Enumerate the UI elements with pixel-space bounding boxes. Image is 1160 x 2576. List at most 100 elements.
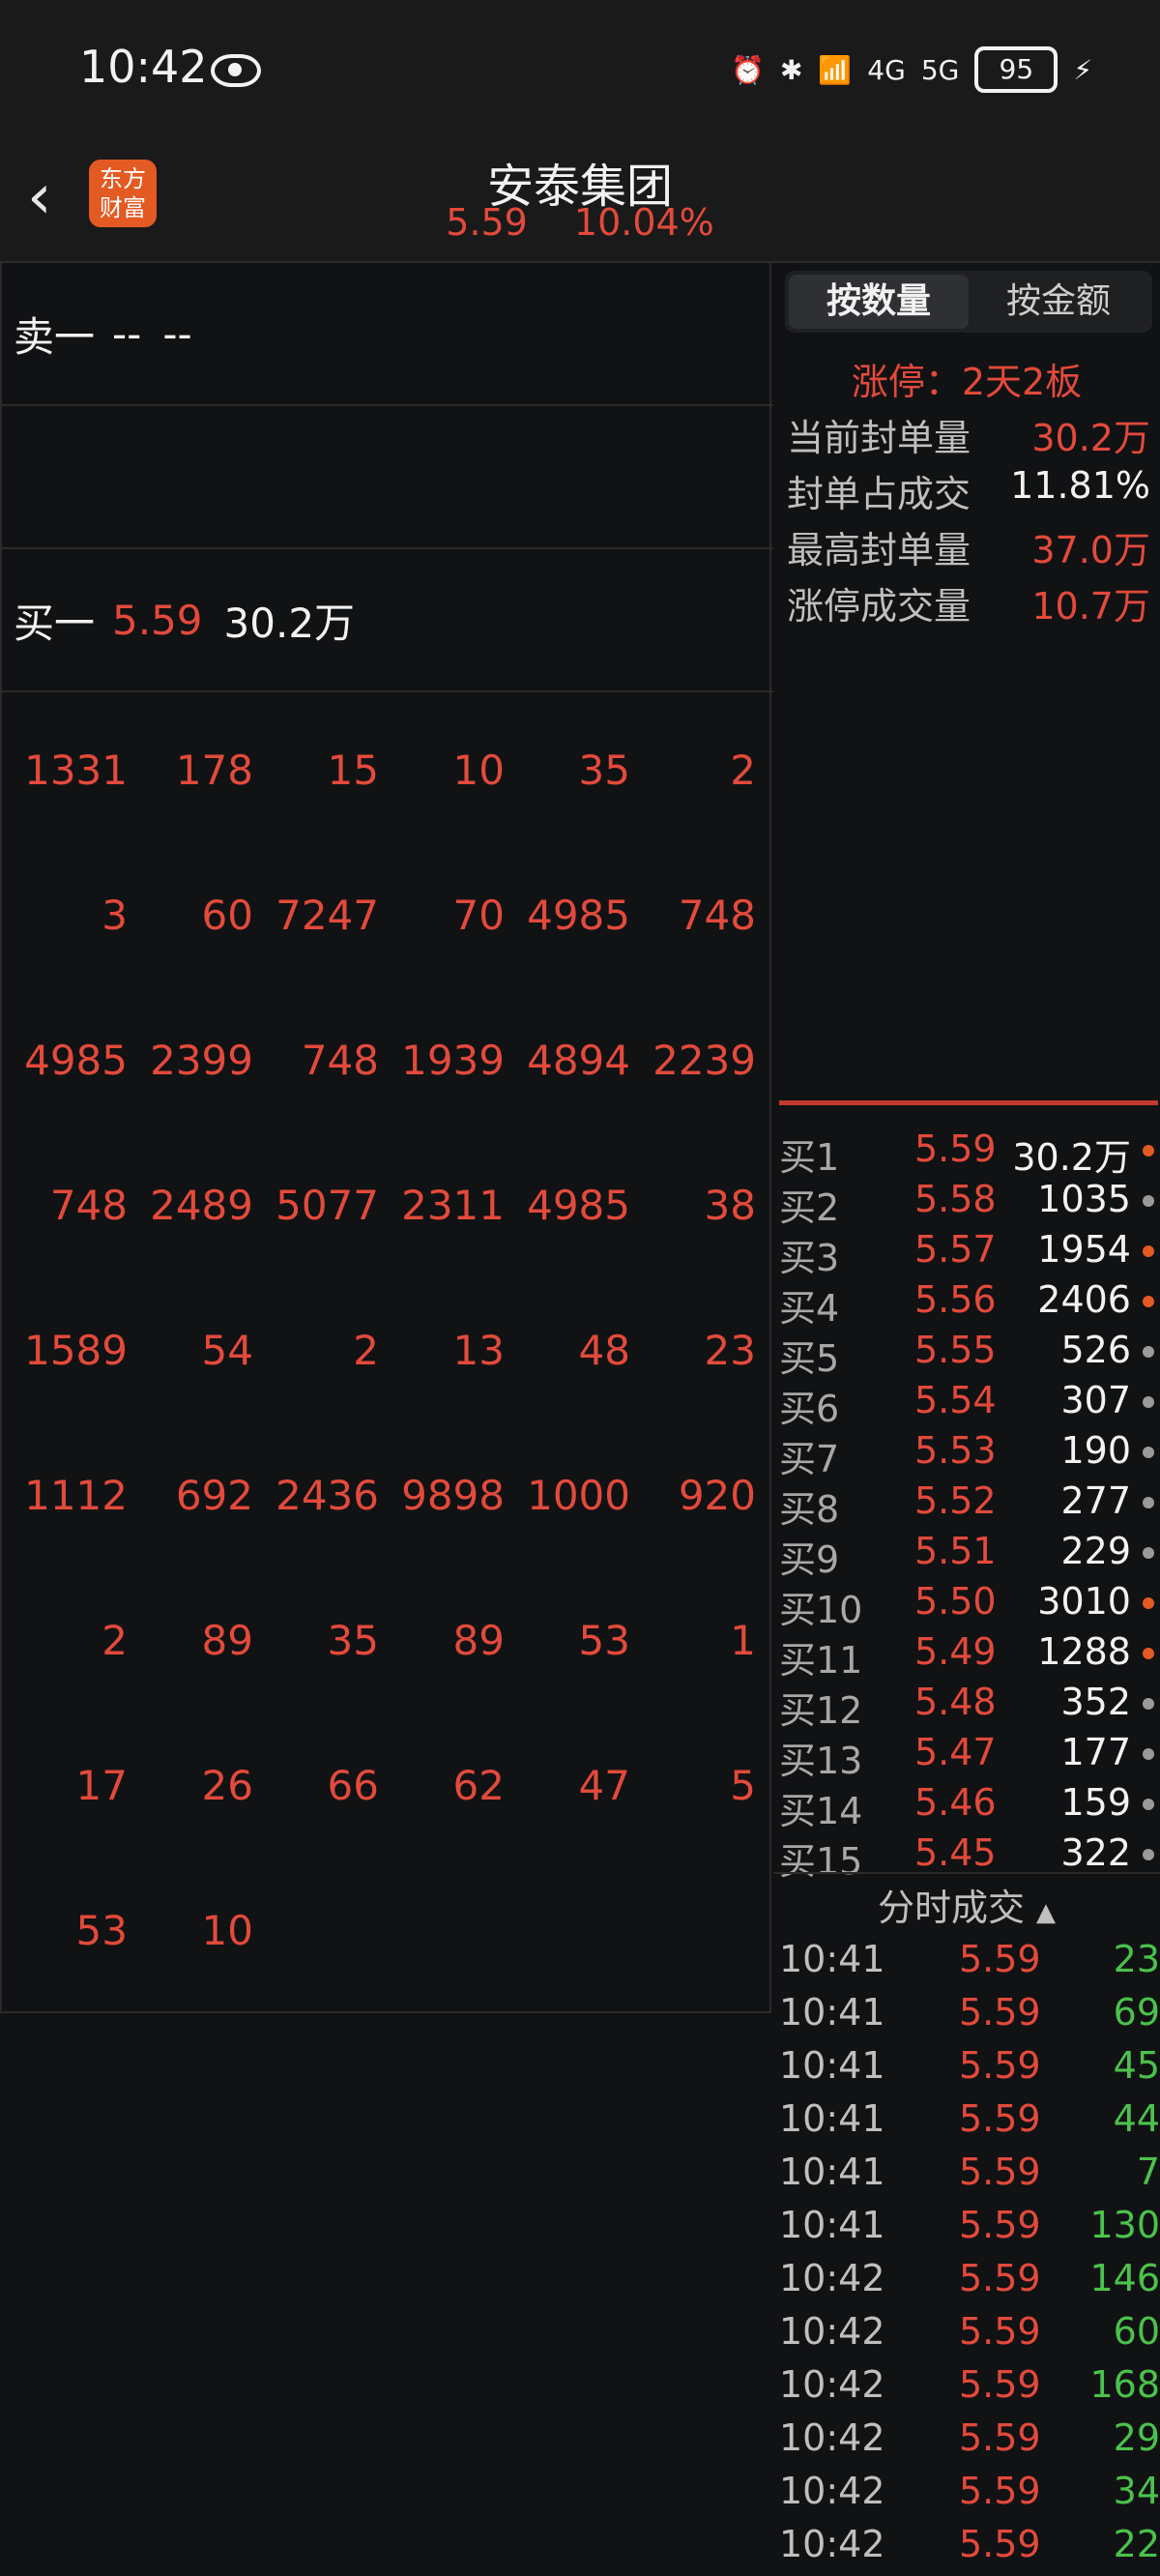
grid-cell: 10 bbox=[201, 1907, 253, 1954]
book-volume: 159 bbox=[1060, 1781, 1131, 1824]
sidebar-panel: 按数量 按金额 涨停：2天2板 当前封单量 30.2万 封单占成交 11.81% 最高封… bbox=[773, 263, 1160, 2576]
book-price: 5.51 bbox=[914, 1530, 997, 1572]
grid-cell: 10 bbox=[452, 746, 505, 794]
book-row[interactable]: 买1 5.59 30.2万 bbox=[779, 1124, 1160, 1179]
book-volume: 352 bbox=[1060, 1681, 1131, 1723]
trade-row: 10:41 5.59 69 bbox=[779, 1987, 1160, 2040]
grid-cell: 60 bbox=[201, 892, 253, 939]
book-row[interactable]: 买13 5.47 177 bbox=[779, 1727, 1160, 1782]
book-row[interactable]: 买3 5.57 1954 bbox=[779, 1224, 1160, 1279]
book-row[interactable]: 买14 5.46 159 bbox=[779, 1777, 1160, 1832]
trade-price: 5.59 bbox=[959, 1938, 1041, 1980]
book-row[interactable]: 买10 5.50 3010 bbox=[779, 1576, 1160, 1631]
trade-time: 10:41 bbox=[779, 2204, 885, 2246]
trade-qty: 7 bbox=[1136, 2151, 1160, 2193]
book-price: 5.52 bbox=[914, 1479, 997, 1522]
trade-price: 5.59 bbox=[959, 2363, 1041, 2406]
grid-cell: 23 bbox=[704, 1327, 756, 1374]
trade-qty: 29 bbox=[1113, 2416, 1160, 2459]
trade-price: 5.59 bbox=[959, 2097, 1041, 2140]
stat-label: 最高封单量 bbox=[787, 529, 972, 571]
book-row[interactable]: 买9 5.51 229 bbox=[779, 1526, 1160, 1581]
trade-price: 5.59 bbox=[959, 2204, 1041, 2246]
dot-icon bbox=[1143, 1195, 1154, 1207]
trade-time: 10:42 bbox=[779, 2310, 885, 2353]
book-row[interactable]: 买15 5.45 322 bbox=[779, 1828, 1160, 1883]
trade-qty: 146 bbox=[1089, 2257, 1160, 2299]
book-price: 5.53 bbox=[914, 1429, 997, 1472]
trade-price: 5.59 bbox=[959, 1991, 1041, 2034]
book-price: 5.57 bbox=[914, 1228, 997, 1271]
queue-spacer-row bbox=[2, 406, 773, 549]
mode-toggle: 按数量 按金额 bbox=[785, 271, 1152, 333]
book-row[interactable]: 买2 5.58 1035 bbox=[779, 1174, 1160, 1229]
grid-cell: 9898 bbox=[401, 1472, 505, 1519]
book-volume: 177 bbox=[1060, 1731, 1131, 1773]
by-amount-tab[interactable]: 按金额 bbox=[969, 275, 1148, 329]
stat-value: 10.7万 bbox=[1031, 585, 1150, 628]
book-row[interactable]: 买4 5.56 2406 bbox=[779, 1274, 1160, 1330]
book-level: 买1 bbox=[779, 1136, 840, 1179]
limit-stat-row: 涨停成交量 10.7万 bbox=[787, 576, 1154, 629]
trade-qty: 45 bbox=[1113, 2044, 1160, 2087]
trade-price: 5.59 bbox=[959, 2470, 1041, 2512]
book-price: 5.58 bbox=[914, 1178, 997, 1220]
trade-price: 5.59 bbox=[959, 2310, 1041, 2353]
book-row[interactable]: 买11 5.49 1288 bbox=[779, 1626, 1160, 1682]
book-level: 买7 bbox=[779, 1438, 840, 1480]
trade-qty: 168 bbox=[1089, 2363, 1160, 2406]
divider-red bbox=[779, 1100, 1158, 1105]
grid-row: 17 26 66 62 47 5 bbox=[2, 1715, 773, 1860]
grid-cell: 89 bbox=[201, 1617, 253, 1664]
alarm-icon: ⏰ bbox=[731, 53, 765, 86]
grid-row: 1589 54 2 13 48 23 bbox=[2, 1280, 773, 1425]
book-volume: 1035 bbox=[1037, 1178, 1131, 1220]
book-row[interactable]: 买6 5.54 307 bbox=[779, 1375, 1160, 1430]
order-queue-panel: 卖一 -- -- 买一 5.59 30.2万 1331 178 15 10 35 2 3 60… bbox=[0, 263, 773, 2013]
book-level: 买4 bbox=[779, 1287, 840, 1330]
grid-row: 748 2489 5077 2311 4985 38 bbox=[2, 1135, 773, 1280]
charging-icon: ⚡ bbox=[1073, 53, 1092, 86]
by-volume-tab[interactable]: 按数量 bbox=[789, 275, 969, 329]
trade-time: 10:42 bbox=[779, 2470, 885, 2512]
grid-cell: 1589 bbox=[24, 1327, 128, 1374]
bluetooth-icon: ✱ bbox=[779, 53, 803, 86]
book-level: 买13 bbox=[779, 1740, 863, 1782]
grid-cell: 3 bbox=[102, 892, 128, 939]
book-volume: 277 bbox=[1060, 1479, 1131, 1522]
trade-price: 5.59 bbox=[959, 2416, 1041, 2459]
book-level: 买2 bbox=[779, 1186, 840, 1229]
divider bbox=[773, 1872, 1160, 1874]
signal-4g-label: 4G bbox=[867, 53, 906, 86]
grid-cell: 178 bbox=[175, 746, 253, 794]
dot-icon bbox=[1143, 1447, 1154, 1458]
book-row[interactable]: 买8 5.52 277 bbox=[779, 1476, 1160, 1531]
grid-cell: 748 bbox=[678, 892, 756, 939]
grid-cell: 62 bbox=[452, 1762, 505, 1809]
grid-cell: 5077 bbox=[276, 1182, 379, 1229]
book-row[interactable]: 买7 5.53 190 bbox=[779, 1425, 1160, 1480]
eye-icon bbox=[211, 54, 261, 87]
grid-row: 1331 178 15 10 35 2 bbox=[2, 700, 773, 845]
trade-qty: 23 bbox=[1113, 1938, 1160, 1980]
book-price: 5.56 bbox=[914, 1278, 997, 1321]
book-price: 5.50 bbox=[914, 1580, 997, 1623]
grid-cell: 70 bbox=[452, 892, 505, 939]
buy1-row[interactable]: 买一 5.59 30.2万 bbox=[2, 549, 773, 692]
trade-row: 10:42 5.59 29 bbox=[779, 2413, 1160, 2466]
book-volume: 229 bbox=[1060, 1530, 1131, 1572]
stat-value: 30.2万 bbox=[1031, 417, 1150, 459]
sell1-volume: -- bbox=[162, 309, 192, 358]
grid-cell: 2311 bbox=[401, 1182, 505, 1229]
trades-header[interactable]: 分时成交 ▲ bbox=[773, 1878, 1160, 1931]
sell1-row[interactable]: 卖一 -- -- bbox=[2, 263, 773, 406]
sell1-price: -- bbox=[112, 309, 142, 358]
grid-cell: 4985 bbox=[527, 892, 630, 939]
grid-cell: 54 bbox=[201, 1327, 253, 1374]
book-row[interactable]: 买5 5.55 526 bbox=[779, 1325, 1160, 1380]
limit-stat-row: 封单占成交 11.81% bbox=[787, 464, 1154, 517]
book-row[interactable]: 买12 5.48 352 bbox=[779, 1677, 1160, 1732]
limit-stat-row: 最高封单量 37.0万 bbox=[787, 520, 1154, 573]
wifi-icon: 📶 bbox=[818, 53, 853, 86]
grid-row: 3 60 7247 70 4985 748 bbox=[2, 845, 773, 990]
